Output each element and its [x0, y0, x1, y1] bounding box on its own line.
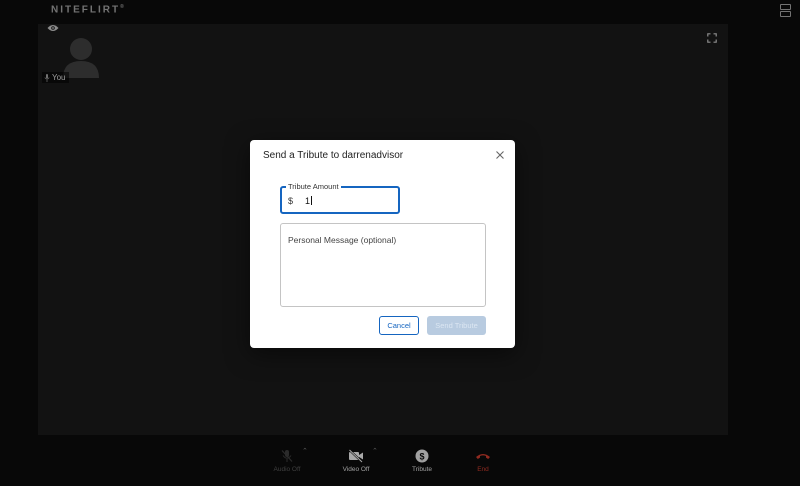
tribute-amount-field[interactable]: Tribute Amount $ 1 [280, 182, 400, 214]
cancel-button[interactable]: Cancel [379, 316, 419, 335]
personal-message-placeholder: Personal Message (optional) [288, 235, 397, 245]
personal-message-field[interactable]: Personal Message (optional) [280, 223, 486, 307]
tribute-amount-text: 1 [305, 196, 311, 206]
tribute-dialog: Send a Tribute to darrenadvisor Tribute … [250, 140, 515, 348]
dialog-title: Send a Tribute to darrenadvisor [263, 150, 404, 161]
close-icon[interactable] [495, 150, 505, 160]
tribute-amount-label: Tribute Amount [286, 182, 341, 192]
currency-symbol: $ [288, 196, 294, 206]
send-tribute-button[interactable]: Send Tribute [427, 316, 486, 335]
text-caret [311, 196, 313, 205]
tribute-amount-value[interactable]: 1 [305, 196, 313, 206]
